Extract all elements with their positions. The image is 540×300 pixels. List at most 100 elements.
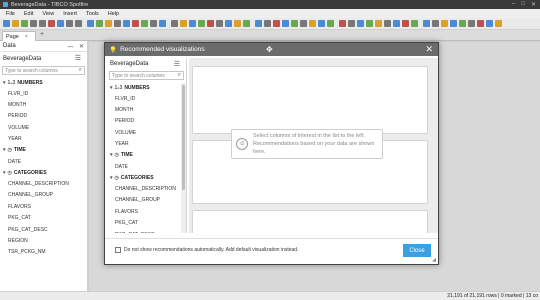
toolbar-button-icon[interactable] — [243, 20, 250, 27]
toolbar-button-icon[interactable] — [477, 20, 484, 27]
column-search-input[interactable] — [5, 67, 80, 74]
toolbar-button-icon[interactable] — [432, 20, 439, 27]
menu-insert[interactable]: Insert — [63, 11, 77, 17]
menu-file[interactable]: File — [6, 11, 15, 17]
close-button[interactable]: Close — [403, 244, 431, 257]
column-item[interactable]: FLAVORS — [0, 201, 87, 212]
recommendation-placeholder[interactable] — [192, 210, 428, 233]
chevron-down-icon[interactable]: ▾ — [110, 85, 113, 91]
toolbar-button-icon[interactable] — [216, 20, 223, 27]
toolbar-button-icon[interactable] — [348, 20, 355, 27]
column-item[interactable]: DATE — [107, 161, 186, 172]
toolbar-button-icon[interactable] — [198, 20, 205, 27]
toolbar-button-icon[interactable] — [255, 20, 262, 27]
column-item[interactable]: CHANNEL_GROUP — [0, 190, 87, 201]
toolbar-button-icon[interactable] — [150, 20, 157, 27]
column-item[interactable]: TSR_PCKG_NM — [0, 247, 87, 258]
menu-view[interactable]: View — [42, 11, 54, 17]
column-item[interactable]: YEAR — [107, 139, 186, 150]
toolbar-button-icon[interactable] — [48, 20, 55, 27]
toolbar-button-icon[interactable] — [189, 20, 196, 27]
toolbar-button-icon[interactable] — [105, 20, 112, 27]
data-source-menu-icon[interactable]: ☰ — [75, 54, 81, 62]
scrollbar-thumb[interactable] — [182, 85, 185, 190]
column-item[interactable]: PERIOD — [0, 111, 87, 122]
toolbar-button-icon[interactable] — [75, 20, 82, 27]
minimize-icon[interactable]: – — [512, 1, 515, 8]
toolbar-button-icon[interactable] — [12, 20, 19, 27]
column-item[interactable]: PKG_CAT_DESC — [107, 229, 186, 233]
column-item[interactable]: FLVR_ID — [107, 93, 186, 104]
toolbar-button-icon[interactable] — [114, 20, 121, 27]
toolbar-button-icon[interactable] — [441, 20, 448, 27]
chevron-down-icon[interactable]: ▾ — [3, 170, 6, 176]
toolbar-button-icon[interactable] — [87, 20, 94, 27]
toolbar-button-icon[interactable] — [393, 20, 400, 27]
column-item[interactable]: VOLUME — [107, 127, 186, 138]
close-tab-icon[interactable]: × — [25, 34, 28, 40]
column-item[interactable]: FLVR_ID — [0, 88, 87, 99]
column-group-header[interactable]: ▾ 1₂3 NUMBERS — [107, 82, 186, 93]
toolbar-button-icon[interactable] — [171, 20, 178, 27]
column-group-header[interactable]: ▾ 1₂3 NUMBERS — [0, 77, 87, 88]
column-item[interactable]: DATE — [0, 156, 87, 167]
dialog-column-search-input[interactable] — [112, 72, 177, 79]
close-panel-icon[interactable]: ✕ — [79, 43, 84, 51]
recommendation-placeholder[interactable] — [192, 66, 428, 134]
data-source-selector[interactable]: BeverageData ☰ — [0, 52, 87, 65]
column-item[interactable]: MONTH — [107, 104, 186, 115]
toolbar-button-icon[interactable] — [366, 20, 373, 27]
close-window-icon[interactable]: ✕ — [531, 1, 536, 8]
auto-recommend-checkbox-label[interactable]: Do not show recommendations automaticall… — [124, 247, 298, 253]
toolbar-button-icon[interactable] — [339, 20, 346, 27]
toolbar-button-icon[interactable] — [459, 20, 466, 27]
chevron-down-icon[interactable]: ▾ — [3, 80, 6, 86]
toolbar-button-icon[interactable] — [57, 20, 64, 27]
chevron-down-icon[interactable]: ▾ — [3, 147, 6, 153]
column-item[interactable]: PKG_CAT — [0, 213, 87, 224]
toolbar-button-icon[interactable] — [327, 20, 334, 27]
dialog-title-bar[interactable]: 💡 Recommended visualizations ✥ ✕ — [105, 43, 438, 56]
menu-tools[interactable]: Tools — [86, 11, 99, 17]
toolbar-button-icon[interactable] — [141, 20, 148, 27]
toolbar-button-icon[interactable] — [180, 20, 187, 27]
dialog-data-source-selector[interactable]: BeverageData ☰ — [107, 58, 186, 70]
toolbar-button-icon[interactable] — [357, 20, 364, 27]
column-item[interactable]: CHANNEL_DESCRIPTION — [0, 178, 87, 189]
toolbar-button-icon[interactable] — [30, 20, 37, 27]
dialog-close-icon[interactable]: ✕ — [425, 44, 433, 55]
toolbar-button-icon[interactable] — [159, 20, 166, 27]
column-group-header[interactable]: ▾ ◷ CATEGORIES — [107, 172, 186, 183]
menu-help[interactable]: Help — [108, 11, 119, 17]
toolbar-button-icon[interactable] — [468, 20, 475, 27]
toolbar-button-icon[interactable] — [486, 20, 493, 27]
toolbar-button-icon[interactable] — [291, 20, 298, 27]
toolbar-button-icon[interactable] — [66, 20, 73, 27]
column-item[interactable]: PKG_CAT_DESC — [0, 224, 87, 235]
pin-icon[interactable]: ꟷ — [68, 43, 73, 51]
resize-grip-icon[interactable]: ◢ — [432, 257, 436, 263]
toolbar-button-icon[interactable] — [21, 20, 28, 27]
toolbar-button-icon[interactable] — [3, 20, 10, 27]
column-group-header[interactable]: ▾ ◷ TIME — [107, 150, 186, 161]
column-item[interactable]: PERIOD — [107, 116, 186, 127]
column-item[interactable]: VOLUME — [0, 122, 87, 133]
toolbar-button-icon[interactable] — [309, 20, 316, 27]
add-page-icon[interactable]: + — [40, 31, 44, 38]
toolbar-button-icon[interactable] — [300, 20, 307, 27]
toolbar-button-icon[interactable] — [411, 20, 418, 27]
toolbar-button-icon[interactable] — [96, 20, 103, 27]
column-item[interactable]: MONTH — [0, 99, 87, 110]
toolbar-button-icon[interactable] — [375, 20, 382, 27]
column-item[interactable]: CHANNEL_DESCRIPTION — [107, 183, 186, 194]
menu-edit[interactable]: Edit — [24, 11, 33, 17]
toolbar-button-icon[interactable] — [423, 20, 430, 27]
column-group-header[interactable]: ▾ ◷ CATEGORIES — [0, 167, 87, 178]
toolbar-button-icon[interactable] — [384, 20, 391, 27]
chevron-down-icon[interactable]: ▾ — [110, 175, 113, 181]
column-item[interactable]: REGION — [0, 235, 87, 246]
toolbar-button-icon[interactable] — [318, 20, 325, 27]
column-group-header[interactable]: ▾ ◷ TIME — [0, 145, 87, 156]
toolbar-button-icon[interactable] — [123, 20, 130, 27]
toolbar-button-icon[interactable] — [132, 20, 139, 27]
